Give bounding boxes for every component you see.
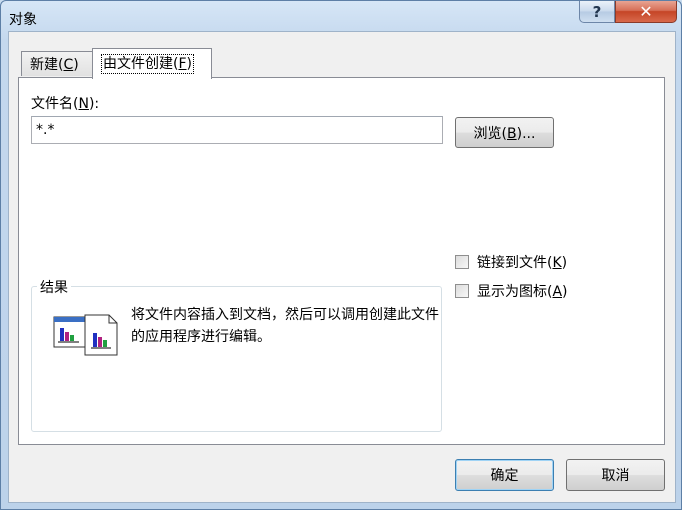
tab-create-new-label: 新建(C) [30, 57, 79, 73]
browse-button-label: 浏览(B)... [473, 125, 536, 142]
tab-create-new[interactable]: 新建(C) [21, 51, 93, 76]
close-icon: ✕ [639, 2, 653, 21]
cancel-button[interactable]: 取消 [566, 459, 665, 491]
display-as-icon-label: 显示为图标(A) [477, 284, 568, 300]
tab-panel-create-from-file: 文件名(N): 浏览(B)... 链接到文件(K) 显示为图标(A) 结果 [18, 77, 665, 445]
result-group-title: 结果 [37, 277, 71, 297]
dialog-title: 对象 [9, 12, 37, 28]
browse-button[interactable]: 浏览(B)... [455, 117, 554, 148]
help-icon: ? [592, 2, 602, 21]
result-groupbox: 结果 将文件内容插入到文档，然后可以调用创建此文件的应用程序进行编辑。 [31, 277, 442, 432]
insert-file-object-icon [53, 311, 119, 371]
link-to-file-label: 链接到文件(K) [477, 255, 568, 271]
link-to-file-checkbox[interactable] [455, 255, 469, 269]
file-name-label: 文件名(N): [31, 96, 100, 112]
result-description: 将文件内容插入到文档，然后可以调用创建此文件的应用程序进行编辑。 [131, 307, 439, 345]
file-name-input[interactable] [31, 116, 443, 144]
tab-create-from-file-label: 由文件创建(F) [101, 54, 194, 74]
close-button[interactable]: ✕ [615, 1, 677, 23]
display-as-icon-checkbox[interactable] [455, 284, 469, 298]
tab-create-from-file[interactable]: 由文件创建(F) [92, 48, 212, 79]
link-to-file-option[interactable]: 链接到文件(K) [455, 252, 567, 272]
display-as-icon-option[interactable]: 显示为图标(A) [455, 281, 568, 301]
dialog-client-area: 新建(C) 由文件创建(F) 文件名(N): 浏览(B)... 链接到文件(K)… [8, 31, 676, 503]
ok-button[interactable]: 确定 [455, 459, 554, 491]
help-button[interactable]: ? [579, 1, 615, 23]
dialog-window: 对象 ? ✕ 新建(C) 由文件创建(F) 文件名(N): 浏览(B)... 链… [0, 0, 682, 510]
